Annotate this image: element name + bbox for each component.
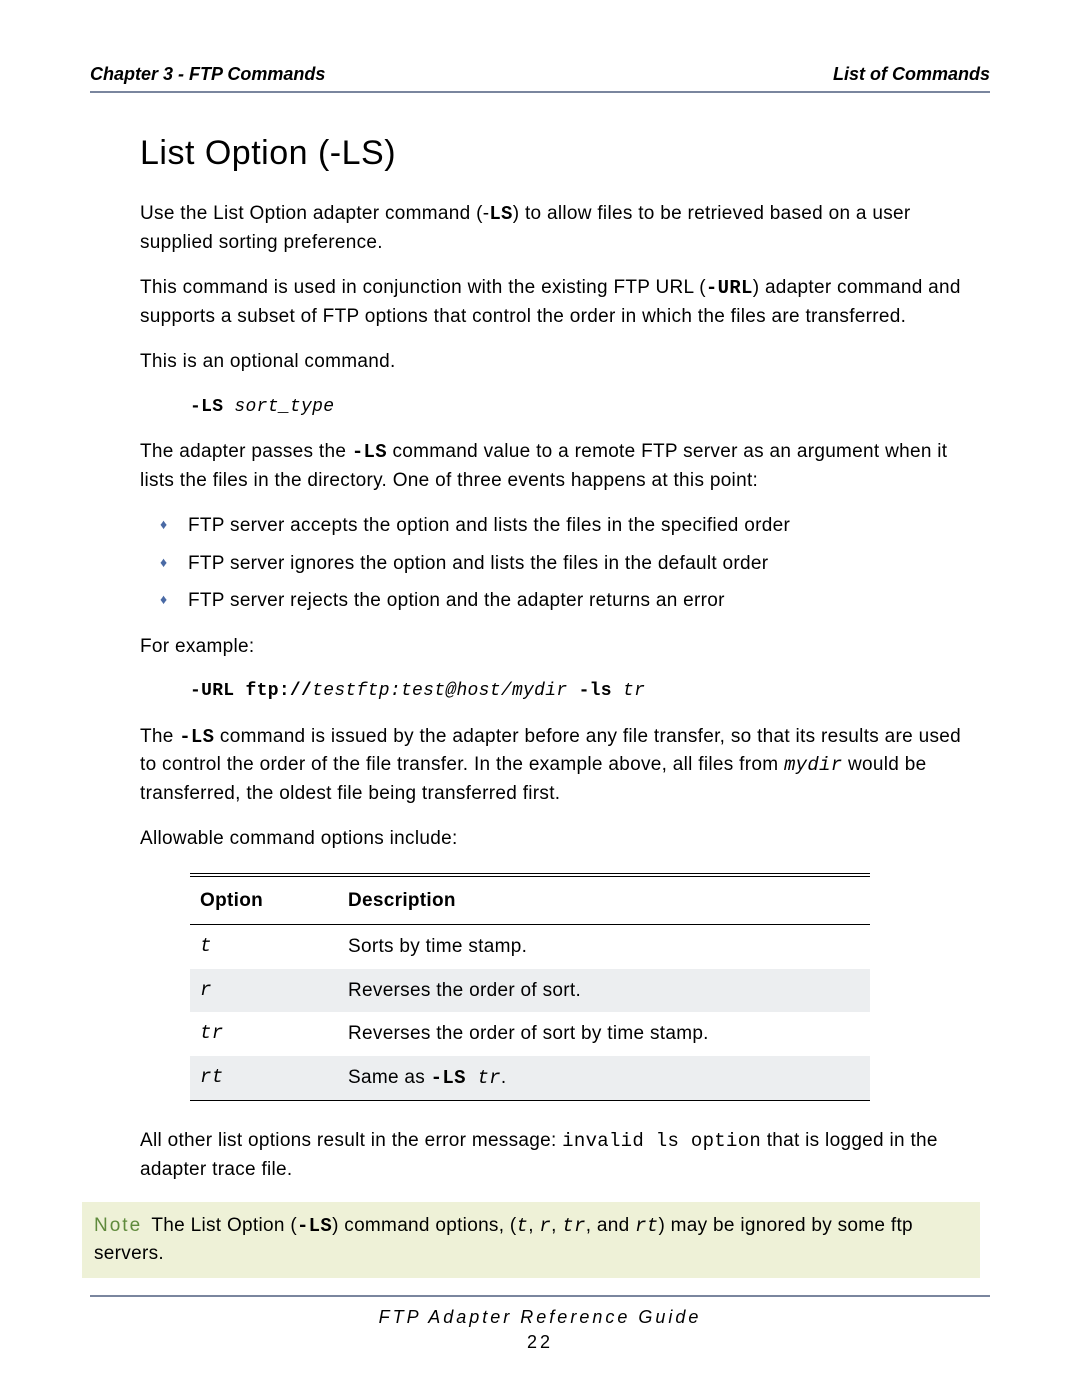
inline-code: invalid ls option	[562, 1130, 761, 1152]
paragraph: All other list options result in the err…	[140, 1127, 980, 1183]
table-row: rt Same as -LS tr.	[190, 1056, 870, 1101]
paragraph: Allowable command options include:	[140, 825, 980, 853]
list-item: FTP server accepts the option and lists …	[160, 512, 980, 540]
page-footer: FTP Adapter Reference Guide 22	[90, 1295, 990, 1353]
inline-code: LS	[489, 203, 512, 225]
note-box: Note The List Option (-LS) command optio…	[82, 1202, 980, 1278]
table-row: tr Reverses the order of sort by time st…	[190, 1012, 870, 1056]
code-arg: sort_type	[234, 397, 334, 417]
col-option: Option	[190, 877, 338, 925]
cell-option: rt	[190, 1056, 338, 1101]
text: The adapter passes the	[140, 441, 352, 462]
inline-code: mydir	[784, 754, 843, 776]
bullet-list: FTP server accepts the option and lists …	[160, 512, 980, 615]
code-cmd: -ls	[567, 681, 623, 701]
cell-desc: Reverses the order of sort by time stamp…	[338, 1012, 870, 1056]
inline-code: tr	[466, 1067, 501, 1089]
page-content: List Option (-LS) Use the List Option ad…	[90, 129, 990, 1278]
table-bottom-rule	[190, 1100, 870, 1101]
inline-code: -URL	[706, 277, 753, 299]
text: Same as	[348, 1067, 431, 1088]
text: ,	[528, 1215, 539, 1236]
page-header: Chapter 3 - FTP Commands List of Command…	[90, 64, 990, 93]
paragraph-intro: Use the List Option adapter command (-LS…	[140, 200, 980, 256]
cell-option: r	[190, 969, 338, 1013]
paragraph: This is an optional command.	[140, 348, 980, 376]
inline-code: -LS	[431, 1067, 466, 1089]
syntax-line: -LS sort_type	[190, 394, 980, 420]
code-arg: tr	[623, 681, 645, 701]
paragraph: The adapter passes the -LS command value…	[140, 438, 980, 494]
text: This command is used in conjunction with…	[140, 277, 706, 298]
inline-code: -LS	[352, 441, 387, 463]
options-table-wrap: Option Description t Sorts by time stamp…	[190, 873, 870, 1102]
cell-option: tr	[190, 1012, 338, 1056]
code-cmd: -LS	[190, 397, 223, 417]
text: ) command options, (	[332, 1215, 516, 1236]
table-row: r Reverses the order of sort.	[190, 969, 870, 1013]
document-page: Chapter 3 - FTP Commands List of Command…	[0, 0, 1080, 1397]
page-number: 22	[90, 1332, 990, 1353]
text: ,	[551, 1215, 562, 1236]
text: , and	[586, 1215, 635, 1236]
inline-code: -LS	[179, 726, 214, 748]
list-item: FTP server ignores the option and lists …	[160, 550, 980, 578]
note-text: The List Option (-LS) command options, (…	[94, 1215, 913, 1265]
table-header-row: Option Description	[190, 877, 870, 925]
text: .	[501, 1067, 507, 1088]
text: The	[140, 726, 179, 747]
example-line: -URL ftp://testftp:test@host/mydir -ls t…	[190, 678, 980, 704]
code-arg: testftp:test@host/mydir	[312, 681, 567, 701]
note-label: Note	[94, 1215, 142, 1236]
list-item: FTP server rejects the option and the ad…	[160, 587, 980, 615]
text: All other list options result in the err…	[140, 1130, 562, 1151]
options-table: Option Description t Sorts by time stamp…	[190, 877, 870, 1101]
header-left: Chapter 3 - FTP Commands	[90, 64, 325, 85]
cell-desc: Reverses the order of sort.	[338, 969, 870, 1013]
cell-option: t	[190, 925, 338, 969]
text: Use the List Option adapter command (-	[140, 203, 489, 224]
paragraph: For example:	[140, 633, 980, 661]
cell-desc: Sorts by time stamp.	[338, 925, 870, 969]
paragraph: This command is used in conjunction with…	[140, 274, 980, 330]
table-row: t Sorts by time stamp.	[190, 925, 870, 969]
inline-code: r	[539, 1215, 551, 1237]
inline-code: tr	[562, 1215, 585, 1237]
col-description: Description	[338, 877, 870, 925]
footer-title: FTP Adapter Reference Guide	[379, 1307, 702, 1327]
section-title: List Option (-LS)	[140, 129, 980, 178]
paragraph: The -LS command is issued by the adapter…	[140, 723, 980, 808]
code-cmd: -URL ftp://	[190, 681, 312, 701]
text: The List Option (	[151, 1215, 297, 1236]
header-right: List of Commands	[833, 64, 990, 85]
inline-code: t	[517, 1215, 529, 1237]
inline-code: -LS	[297, 1215, 332, 1237]
inline-code: rt	[635, 1215, 658, 1237]
cell-desc: Same as -LS tr.	[338, 1056, 870, 1101]
